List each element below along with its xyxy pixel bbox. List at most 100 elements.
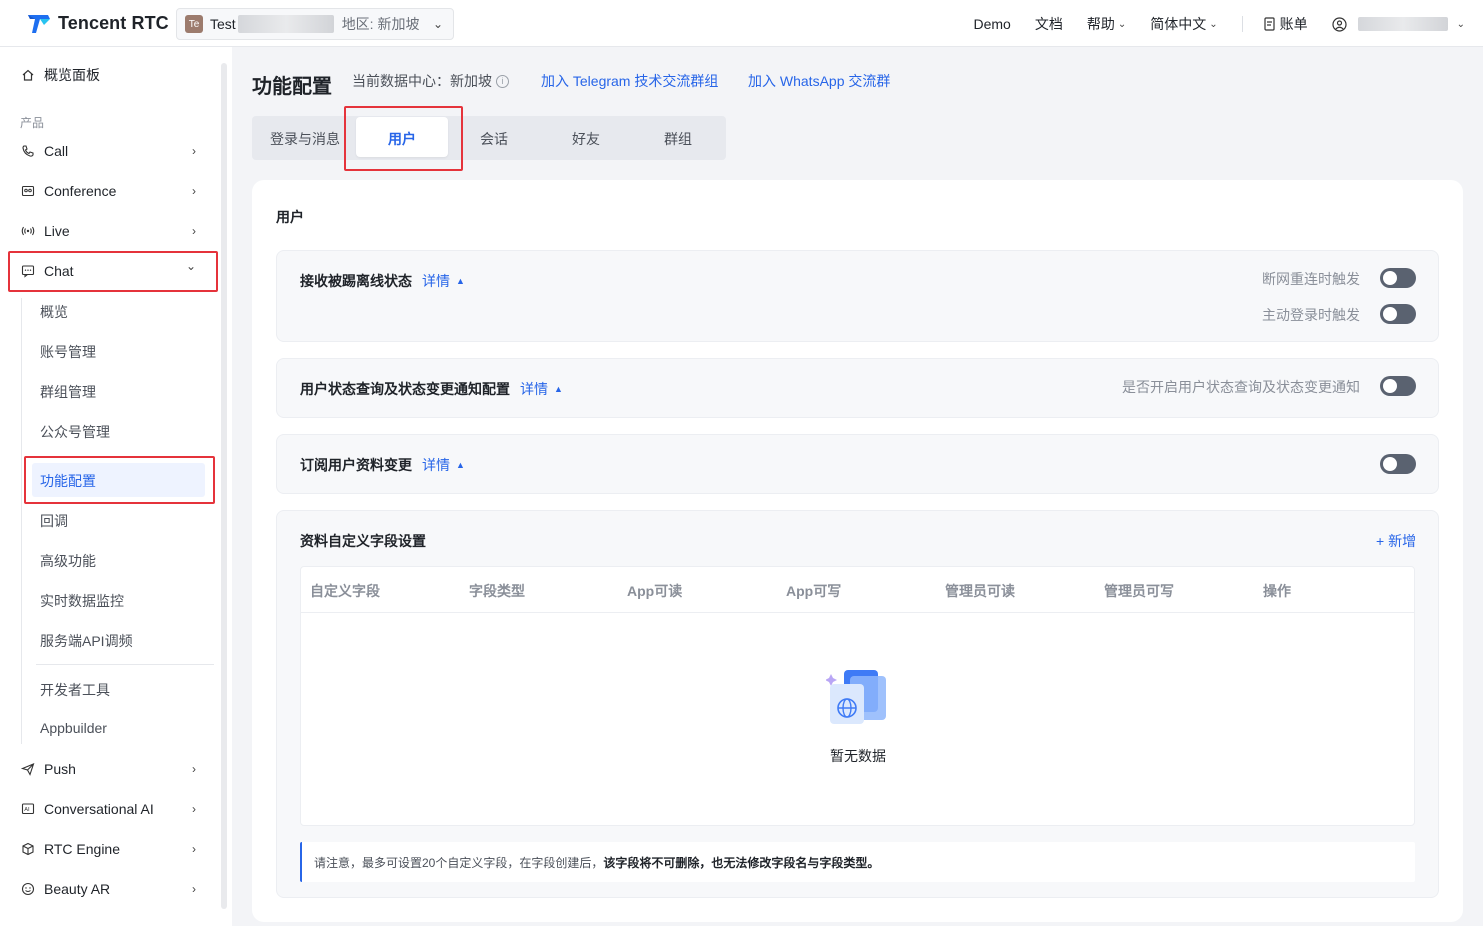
column-header: App可写	[786, 583, 842, 599]
panel-title-kick-offline: 接收被踢离线状态	[300, 273, 412, 289]
note-text: 请注意，最多可设置20个自定义字段，在字段创建后，	[314, 856, 604, 870]
sidebar-item-label: Beauty AR	[44, 881, 111, 897]
sidebar-subitem-advanced[interactable]: 高级功能	[40, 551, 96, 571]
sidebar-item-live[interactable]: Live ›	[20, 219, 200, 243]
app-region: 地区: 新加坡	[341, 16, 420, 32]
nav-divider	[1241, 16, 1243, 32]
sidebar-subitem-overview[interactable]: 概览	[40, 302, 68, 322]
top-bar: Tencent RTC Te Test 地区: 新加坡 ⌄ Demo 文档 帮助…	[0, 0, 1483, 47]
chevron-right-icon: ›	[192, 842, 196, 856]
chevron-right-icon: ›	[192, 144, 196, 158]
sidebar-scrollbar[interactable]	[221, 63, 227, 909]
nav-docs[interactable]: 文档	[1035, 14, 1063, 34]
detail-toggle-status-query[interactable]: 详情 ▲	[520, 379, 563, 399]
option-label-active-login: 主动登录时触发	[1262, 307, 1360, 323]
sidebar-item-push[interactable]: Push ›	[20, 757, 200, 781]
detail-label: 详情	[422, 457, 450, 473]
tencent-rtc-logo-icon	[28, 15, 50, 33]
datacenter-text: 当前数据中心：新加坡	[352, 73, 492, 89]
nav-billing[interactable]: 账单	[1263, 14, 1308, 34]
redacted-username	[1357, 17, 1448, 31]
top-nav: Demo 文档 帮助 ⌄ 简体中文 ⌄ 账单 ⌄	[973, 14, 1483, 34]
sidebar-subitem-api-debug[interactable]: 服务端API调频	[40, 631, 133, 651]
caret-up-icon: ▲	[456, 276, 465, 286]
toggle-reconnect[interactable]	[1380, 268, 1416, 288]
sidebar-item-rtc-engine[interactable]: RTC Engine ›	[20, 837, 200, 861]
section-title: 用户	[276, 209, 304, 225]
column-header: 管理员可写	[1104, 583, 1174, 599]
sidebar-group-label: 产品	[20, 116, 45, 130]
info-icon[interactable]: i	[496, 74, 509, 88]
sidebar-subitem-appbuilder[interactable]: Appbuilder	[40, 720, 107, 736]
column-header: 操作	[1263, 583, 1291, 599]
chevron-down-icon: ⌄	[1117, 18, 1127, 30]
sidebar-subitem-callback[interactable]: 回调	[40, 511, 68, 531]
highlight-features	[24, 456, 215, 504]
link-telegram-group[interactable]: 加入 Telegram 技术交流群组	[541, 71, 718, 91]
nav-help-label: 帮助	[1086, 16, 1115, 32]
tab-conversation[interactable]: 会话	[480, 129, 508, 149]
chevron-right-icon: ›	[192, 184, 196, 198]
detail-toggle-kick-offline[interactable]: 详情 ▲	[422, 271, 465, 291]
send-icon	[20, 761, 36, 777]
sidebar-subitem-accounts[interactable]: 账号管理	[40, 342, 96, 362]
column-header: 管理员可读	[945, 583, 1015, 599]
page-title: 功能配置	[252, 76, 332, 98]
chevron-down-icon: ⌄	[432, 17, 443, 31]
panel-title-custom-fields: 资料自定义字段设置	[300, 533, 426, 549]
nav-language-label: 简体中文	[1150, 16, 1207, 32]
tab-groups[interactable]: 群组	[664, 129, 692, 149]
highlight-chat	[8, 251, 218, 292]
tab-login-message[interactable]: 登录与消息	[270, 129, 340, 149]
tencent-rtc-logo[interactable]: Tencent RTC	[26, 11, 169, 35]
submenu-guide-line	[21, 298, 22, 744]
submenu-divider	[36, 664, 214, 665]
user-menu[interactable]: ⌄	[1332, 16, 1465, 32]
link-whatsapp-group[interactable]: 加入 WhatsApp 交流群	[748, 71, 890, 91]
chevron-right-icon: ›	[192, 882, 196, 896]
panel-title-status-query: 用户状态查询及状态变更通知配置	[300, 381, 510, 397]
sidebar-item-label: Call	[44, 143, 69, 159]
column-header: 字段类型	[469, 583, 525, 599]
face-icon	[20, 881, 36, 897]
sidebar-item-call[interactable]: Call ›	[20, 139, 200, 163]
toggle-subscribe-profile[interactable]	[1380, 454, 1416, 474]
empty-data-icon	[826, 670, 886, 724]
panel-title-subscribe-profile: 订阅用户资料变更	[300, 457, 412, 473]
tab-friends[interactable]: 好友	[572, 129, 600, 149]
table-header-row: 自定义字段 字段类型 App可读 App可写 管理员可读 管理员可写 操作	[301, 567, 1414, 613]
phone-icon	[20, 143, 36, 159]
empty-data-text: 暂无数据	[830, 748, 886, 764]
sidebar-subitem-devtools[interactable]: 开发者工具	[40, 680, 110, 700]
app-badge: Te	[185, 15, 203, 33]
sidebar-item-label: 概览面板	[44, 67, 100, 83]
toggle-status-notify[interactable]	[1380, 376, 1416, 396]
add-field-button[interactable]: + 新增	[1376, 531, 1416, 551]
sidebar-item-label: Live	[44, 223, 70, 239]
redacted-app-id	[237, 15, 334, 33]
sidebar-subitem-monitor[interactable]: 实时数据监控	[40, 591, 124, 611]
nav-demo[interactable]: Demo	[973, 16, 1010, 32]
sidebar-subitem-groups[interactable]: 群组管理	[40, 382, 96, 402]
column-header: 自定义字段	[310, 583, 380, 599]
datacenter-label: 当前数据中心：新加坡 i	[352, 71, 509, 91]
sidebar-item-label: Push	[44, 761, 76, 777]
nav-language[interactable]: 简体中文 ⌄	[1150, 14, 1217, 34]
toggle-active-login[interactable]	[1380, 304, 1416, 324]
sidebar-item-conversational-ai[interactable]: AI Conversational AI ›	[20, 797, 200, 821]
column-header: App可读	[627, 583, 683, 599]
app-selector[interactable]: Te Test 地区: 新加坡 ⌄	[176, 8, 454, 40]
nav-help[interactable]: 帮助 ⌄	[1087, 14, 1126, 34]
chevron-down-icon: ⌄	[1209, 18, 1218, 30]
bill-icon	[1264, 17, 1275, 31]
sidebar-item-beauty-ar[interactable]: Beauty AR ›	[20, 877, 200, 901]
sidebar-subitem-official[interactable]: 公众号管理	[40, 422, 110, 442]
sidebar-item-label: RTC Engine	[44, 841, 121, 857]
sidebar-item-overview[interactable]: 概览面板	[20, 63, 200, 87]
sidebar-item-conference[interactable]: Conference ›	[20, 179, 200, 203]
note-bold-text: 该字段将不可删除，也无法修改字段名与字段类型。	[603, 856, 880, 870]
ai-icon: AI	[20, 801, 36, 817]
panel-kick-offline	[276, 250, 1439, 342]
detail-toggle-subscribe-profile[interactable]: 详情 ▲	[422, 455, 465, 475]
caret-up-icon: ▲	[456, 460, 465, 470]
